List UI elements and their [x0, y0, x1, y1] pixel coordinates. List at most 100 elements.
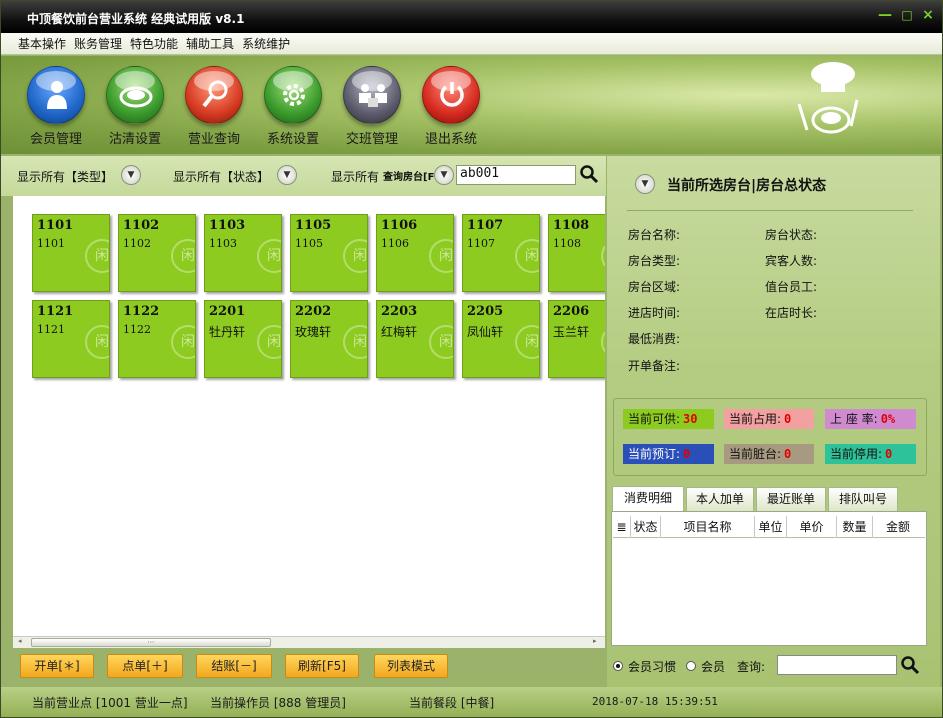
- tab-queue-call[interactable]: 排队叫号: [828, 487, 898, 511]
- system-settings-button[interactable]: 系统设置: [257, 66, 329, 147]
- people-icon: [343, 66, 401, 124]
- room-name: 1101: [37, 237, 65, 250]
- member-button[interactable]: 会员管理: [20, 66, 92, 147]
- shift-button[interactable]: 交班管理: [336, 66, 408, 147]
- room-tile-1101[interactable]: 1101 1101 闲: [32, 214, 110, 292]
- idle-status-icon: 闲: [343, 239, 367, 273]
- room-tile-1121[interactable]: 1121 1121 闲: [32, 300, 110, 378]
- room-tile-1108[interactable]: 1108 1108 闲: [548, 214, 605, 292]
- min-spend-field: 最低消费:: [628, 332, 681, 346]
- status-bar: 当前营业点 [1001 营业一点] 当前操作员 [888 管理员] 当前餐段 […: [1, 687, 942, 717]
- room-search-input[interactable]: ab001: [456, 165, 576, 185]
- idle-status-icon: 闲: [171, 325, 195, 359]
- minimize-button[interactable]: —: [877, 7, 893, 23]
- horizontal-scrollbar[interactable]: ◂ ⋯ ▸: [13, 636, 605, 648]
- col-quantity[interactable]: 数量: [837, 516, 873, 538]
- add-order-button[interactable]: 点单[＋]: [107, 654, 183, 678]
- tab-my-additions[interactable]: 本人加单: [686, 487, 754, 511]
- business-query-button[interactable]: 营业查询: [178, 66, 250, 147]
- close-button[interactable]: ×: [920, 7, 936, 23]
- meal-period-status: 当前餐段 [中餐]: [409, 696, 495, 710]
- room-number: 1106: [381, 218, 418, 233]
- room-name: 1103: [209, 237, 237, 250]
- scroll-thumb[interactable]: ⋯: [31, 638, 271, 647]
- room-tile-2202[interactable]: 2202 玫瑰轩闲: [290, 300, 368, 378]
- area-dropdown-button[interactable]: ▼: [434, 165, 454, 185]
- refresh-button[interactable]: 刷新[F5]: [285, 654, 359, 678]
- list-mode-button[interactable]: 列表模式: [374, 654, 448, 678]
- menu-tools[interactable]: 辅助工具: [182, 33, 238, 55]
- idle-status-icon: 闲: [429, 325, 453, 359]
- room-name: 1108: [553, 237, 581, 250]
- room-tile-2201[interactable]: 2201 牡丹轩闲: [204, 300, 282, 378]
- room-name: 1122: [123, 323, 151, 336]
- stat-dirty: 当前脏台: 0: [724, 444, 814, 464]
- room-tile-1105[interactable]: 1105 1105 闲: [290, 214, 368, 292]
- room-tile-1103[interactable]: 1103 1103 闲: [204, 214, 282, 292]
- member-search-icon[interactable]: [900, 655, 920, 675]
- status-dropdown-button[interactable]: ▼: [277, 165, 297, 185]
- room-tile-2205[interactable]: 2205 凤仙轩闲: [462, 300, 540, 378]
- room-status-field: 房台状态:: [765, 228, 818, 242]
- open-order-button[interactable]: 开单[＊]: [20, 654, 94, 678]
- gear-icon: [264, 66, 322, 124]
- stat-occupancy-rate: 上 座 率: 0%: [825, 409, 916, 429]
- member-label: 会员管理: [29, 132, 82, 147]
- idle-status-icon: 闲: [85, 325, 109, 359]
- room-tile-2206[interactable]: 2206 玉兰轩闲: [548, 300, 605, 378]
- title-bar: 中顶餐饮前台营业系统 经典试用版 v8.1 — □ ×: [1, 1, 942, 33]
- menu-accounts[interactable]: 账务管理: [70, 33, 126, 55]
- scroll-right-icon[interactable]: ▸: [593, 637, 597, 645]
- room-grid: 1101 1101 闲 1102 1102 闲 1103 1103 闲 1105 1105 闲 1106…: [13, 196, 605, 636]
- idle-status-icon: 闲: [515, 239, 539, 273]
- type-dropdown-button[interactable]: ▼: [121, 165, 141, 185]
- room-name: 1105: [295, 237, 323, 250]
- member-query-input[interactable]: [777, 655, 897, 675]
- col-unit[interactable]: 单位: [755, 516, 787, 538]
- idle-status-icon: 闲: [257, 239, 281, 273]
- idle-status-icon: 闲: [429, 239, 453, 273]
- room-name-field: 房台名称:: [628, 228, 681, 242]
- window-title: 中顶餐饮前台营业系统 经典试用版 v8.1: [27, 12, 245, 26]
- room-tile-1106[interactable]: 1106 1106 闲: [376, 214, 454, 292]
- table-header: ≣ 状态 项目名称 单位 单价 数量 金额: [613, 516, 925, 538]
- menu-basic-ops[interactable]: 基本操作: [14, 33, 70, 55]
- member-habit-radio[interactable]: [613, 661, 623, 671]
- room-number: 1107: [467, 218, 504, 233]
- room-number: 2203: [381, 304, 418, 319]
- exit-button[interactable]: 退出系统: [415, 66, 487, 147]
- idle-status-icon: 闲: [171, 239, 195, 273]
- tab-recent-bills[interactable]: 最近账单: [756, 487, 826, 511]
- menu-features[interactable]: 特色功能: [126, 33, 182, 55]
- checkout-button[interactable]: 结账[－]: [196, 654, 272, 678]
- col-status[interactable]: 状态: [631, 516, 661, 538]
- idle-status-icon: 闲: [85, 239, 109, 273]
- tab-consumption-detail[interactable]: 消费明细: [612, 486, 684, 512]
- col-price[interactable]: 单价: [787, 516, 837, 538]
- search-icon: [185, 66, 243, 124]
- room-tile-1107[interactable]: 1107 1107 闲: [462, 214, 540, 292]
- room-name: 1106: [381, 237, 409, 250]
- idle-status-icon: 闲: [343, 325, 367, 359]
- consumption-table: ≣ 状态 项目名称 单位 单价 数量 金额: [611, 511, 927, 646]
- maximize-button[interactable]: □: [899, 7, 915, 23]
- room-tile-1122[interactable]: 1122 1122 闲: [118, 300, 196, 378]
- room-number: 2201: [209, 304, 246, 319]
- plate-icon: [106, 66, 164, 124]
- room-type-field: 房台类型:: [628, 254, 681, 268]
- member-icon: [27, 66, 85, 124]
- scroll-left-icon[interactable]: ◂: [18, 637, 22, 645]
- col-item-name[interactable]: 项目名称: [661, 516, 755, 538]
- panel-collapse-icon[interactable]: ▼: [635, 174, 655, 194]
- app-window: 中顶餐饮前台营业系统 经典试用版 v8.1 — □ × 基本操作 账务管理 特色功能…: [0, 0, 943, 718]
- menu-system[interactable]: 系统维护: [238, 33, 294, 55]
- col-amount[interactable]: 金额: [873, 516, 923, 538]
- room-search-icon[interactable]: [579, 164, 599, 184]
- sold-out-button[interactable]: 沽清设置: [99, 66, 171, 147]
- status-filter-label: 显示所有【状态】: [173, 170, 270, 184]
- room-tile-1102[interactable]: 1102 1102 闲: [118, 214, 196, 292]
- member-radio[interactable]: [686, 661, 696, 671]
- room-tile-2203[interactable]: 2203 红梅轩闲: [376, 300, 454, 378]
- stat-available: 当前可供: 30: [623, 409, 714, 429]
- guest-count-field: 宾客人数:: [765, 254, 818, 268]
